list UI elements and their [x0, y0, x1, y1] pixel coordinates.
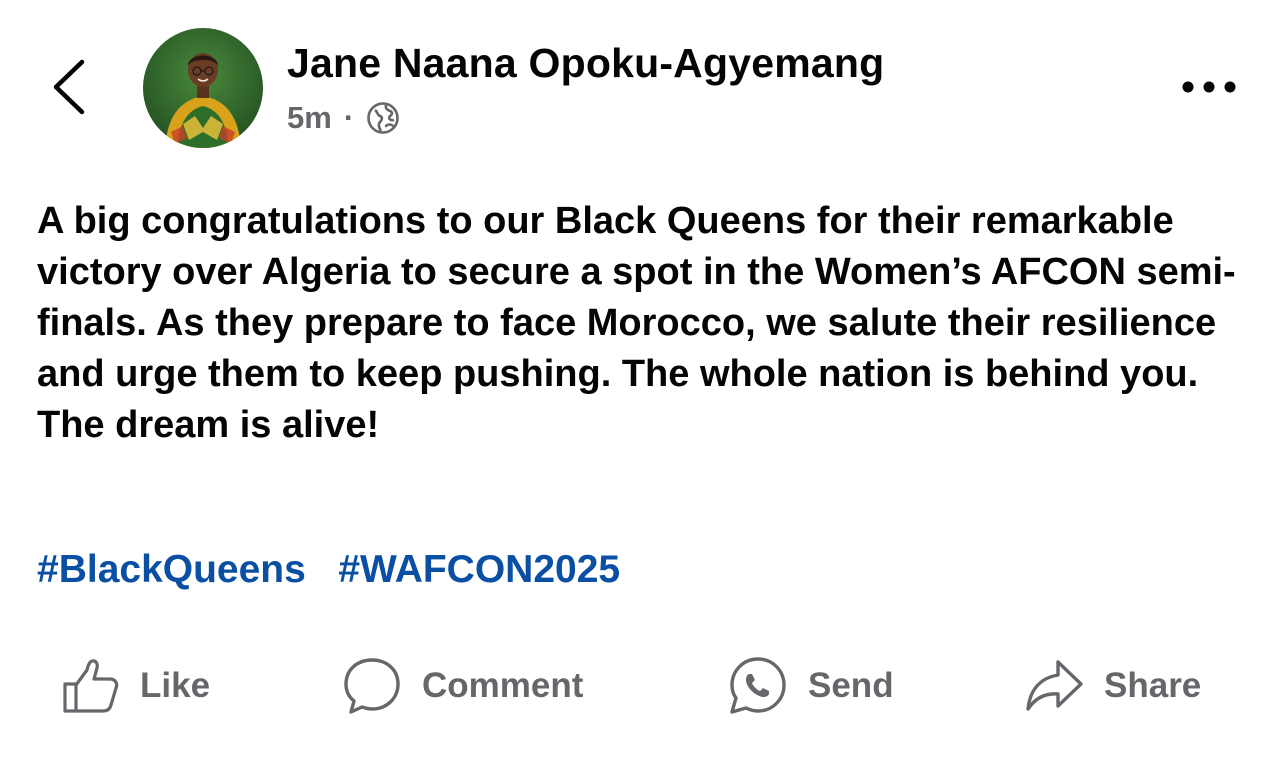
back-button[interactable]: [44, 56, 96, 118]
hashtag-link-wafcon2025[interactable]: #WAFCON2025: [338, 548, 620, 591]
chevron-left-icon: [53, 59, 85, 115]
share-arrow-icon: [1026, 660, 1083, 711]
thumbs-up-icon: [63, 659, 119, 713]
post-body-text: A big congratulations to our Black Queen…: [37, 200, 1236, 446]
post-meta: 5m ·: [287, 98, 400, 138]
hashtag-link-blackqueens[interactable]: #BlackQueens: [37, 548, 306, 591]
post-timestamp[interactable]: 5m: [287, 100, 332, 136]
send-button[interactable]: Send: [728, 652, 894, 720]
comment-label: Comment: [422, 666, 584, 705]
comment-bubble-icon: [344, 658, 400, 714]
author-profile-photo: [143, 28, 263, 148]
send-label: Send: [808, 666, 894, 705]
comment-button[interactable]: Comment: [342, 652, 583, 720]
like-button[interactable]: Like: [60, 652, 210, 720]
author-name[interactable]: Jane Naana Opoku-Agyemang: [287, 40, 884, 87]
like-label: Like: [140, 666, 211, 705]
meta-separator: ·: [343, 100, 355, 135]
more-options-button[interactable]: [1178, 74, 1240, 100]
avatar[interactable]: [143, 28, 263, 148]
post-action-bar: Like Comment Send Share: [0, 652, 1280, 720]
globe-icon[interactable]: [366, 101, 400, 135]
share-button[interactable]: Share: [1024, 652, 1201, 720]
whatsapp-icon: [730, 657, 786, 714]
more-horizontal-icon: [1182, 81, 1236, 93]
share-label: Share: [1104, 666, 1202, 705]
hashtag-spacer: [317, 548, 328, 591]
hashtag-row: #BlackQueens #WAFCON2025: [37, 548, 620, 592]
